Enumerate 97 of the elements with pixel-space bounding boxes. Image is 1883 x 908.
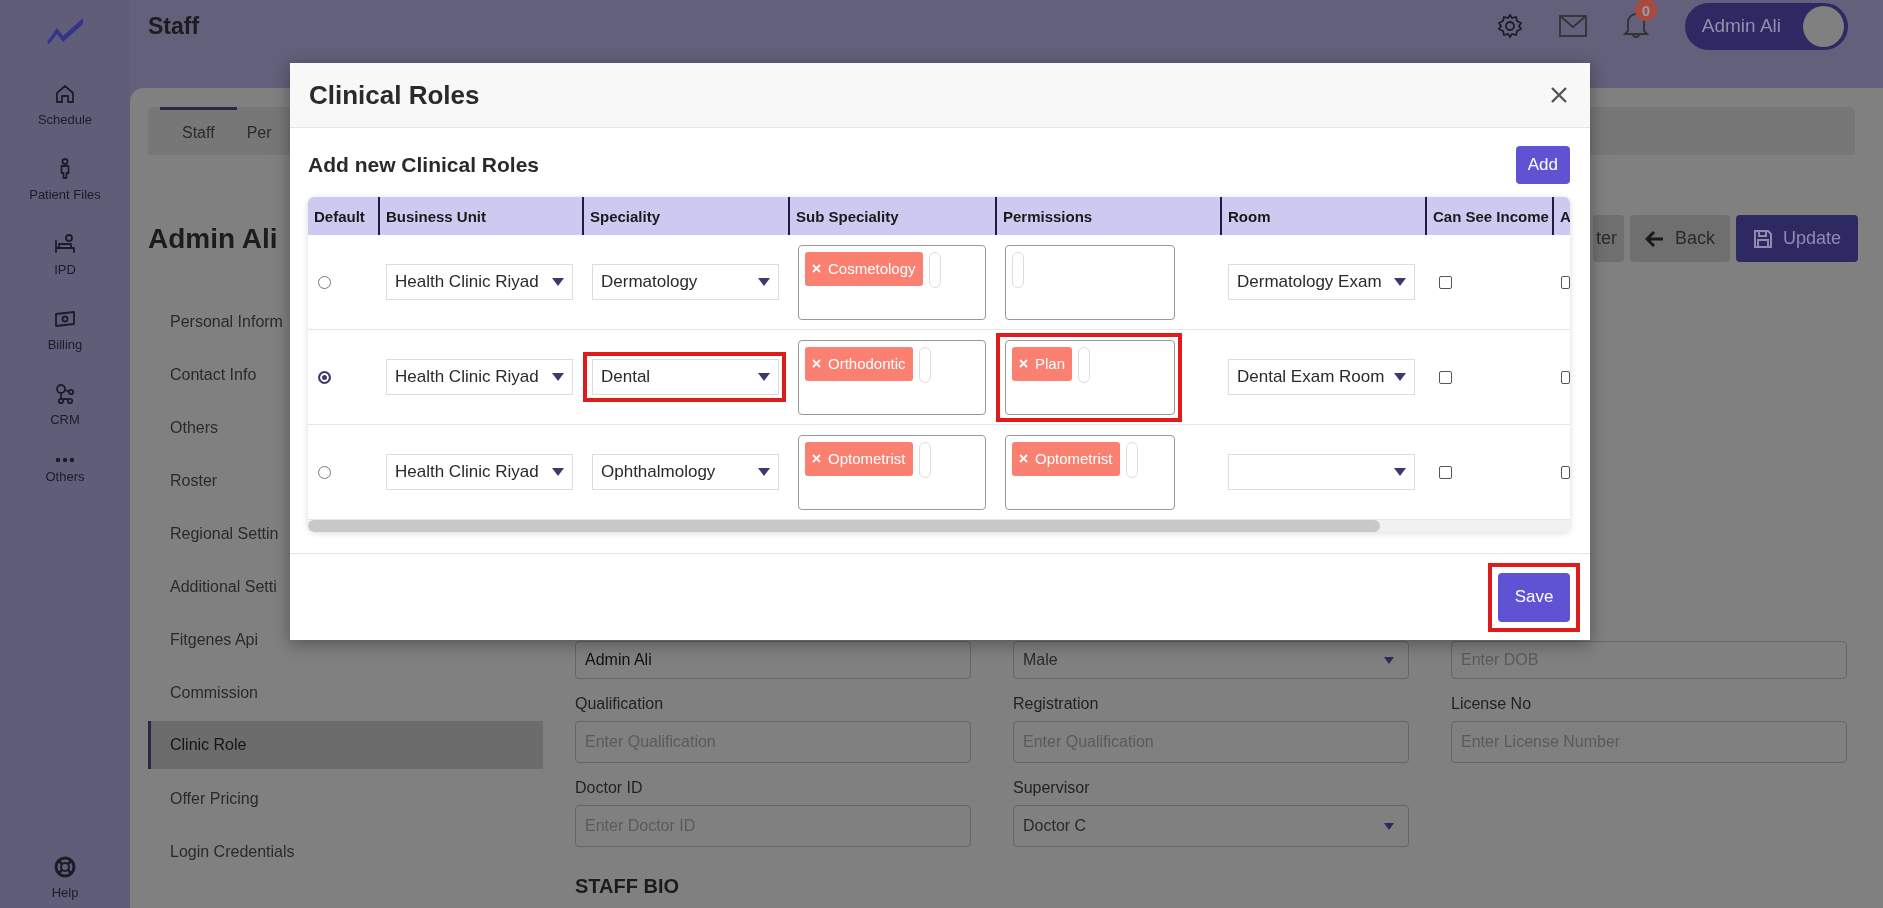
caret-icon <box>552 373 564 381</box>
dropdown[interactable]: Doctor C <box>1013 805 1409 847</box>
multi-select-field[interactable]: Plan <box>1005 339 1175 415</box>
radio-button[interactable] <box>318 465 331 479</box>
caret-icon <box>758 278 770 286</box>
section-heading: Add new Clinical Roles <box>308 153 540 177</box>
column-header: Speciality <box>582 197 788 235</box>
checkbox[interactable] <box>1561 370 1570 384</box>
tag-chip[interactable]: Optometrist <box>1012 441 1120 476</box>
remove-icon <box>1019 359 1028 368</box>
caret-icon <box>1394 373 1406 381</box>
column-header: Permissions <box>995 197 1220 235</box>
caret-icon <box>758 373 770 381</box>
update-button[interactable]: Update <box>1736 215 1858 262</box>
input-field[interactable]: Admin Ali <box>575 641 971 679</box>
back-button[interactable]: Back <box>1630 215 1730 262</box>
settings-nav-item[interactable]: Offer Pricing <box>148 772 543 825</box>
tab[interactable]: Staff <box>160 107 237 155</box>
add-button[interactable]: Add <box>1515 146 1570 184</box>
sidebar-link[interactable]: Billing <box>47 337 83 352</box>
remove-icon <box>812 359 821 368</box>
network-icon <box>53 382 77 406</box>
save-icon <box>1752 228 1773 249</box>
notification-badge: 0 <box>1634 0 1657 21</box>
tag-chip[interactable]: Optometrist <box>805 441 913 476</box>
sidebar-link[interactable]: Help <box>51 885 79 900</box>
remove-icon <box>812 264 821 273</box>
dropdown[interactable]: Health Clinic Riyad <box>386 454 573 490</box>
caret-icon <box>758 468 770 476</box>
caret-icon <box>552 278 564 286</box>
column-header: A <box>1552 197 1570 235</box>
column-header: Default <box>308 197 378 235</box>
field-label: License No <box>1451 695 1533 713</box>
caret-icon <box>1384 822 1394 830</box>
dropdown[interactable]: Dermatology <box>592 264 779 300</box>
more-icon <box>55 457 75 463</box>
settings-nav-item[interactable]: Login Credentials <box>148 825 543 878</box>
column-header: Sub Speciality <box>788 197 995 235</box>
sidebar-link[interactable]: IPD <box>54 262 76 277</box>
caret-icon <box>552 468 564 476</box>
column-header: Business Unit <box>378 197 582 235</box>
section-title: STAFF BIO <box>575 875 681 898</box>
sidebar-link[interactable]: Others <box>45 469 85 484</box>
caret-icon <box>1384 656 1394 664</box>
profile-name: Admin Ali <box>148 222 278 255</box>
field-label: Supervisor <box>1013 779 1091 797</box>
field-label: Qualification <box>575 695 665 713</box>
page-title: Staff <box>148 12 200 40</box>
radio-button[interactable] <box>318 370 331 384</box>
mail-icon <box>1558 15 1587 37</box>
bed-icon <box>53 232 77 256</box>
caret-icon <box>1394 468 1406 476</box>
multi-select-field[interactable] <box>1005 244 1175 320</box>
home-icon <box>53 82 77 106</box>
sidebar-link[interactable]: CRM <box>50 412 80 427</box>
settings-nav-item[interactable]: Commission <box>148 666 543 719</box>
sidebar-link[interactable]: Patient Files <box>29 187 101 202</box>
save-button[interactable]: Save <box>1498 572 1570 622</box>
column-header: Room <box>1220 197 1425 235</box>
remove-icon <box>1019 454 1028 463</box>
close-icon <box>1550 86 1568 104</box>
modal-title: Clinical Roles <box>309 79 480 111</box>
checkbox[interactable] <box>1439 370 1452 384</box>
checkbox[interactable] <box>1439 465 1452 479</box>
field-label: Registration <box>1013 695 1100 713</box>
caret-icon <box>1394 278 1406 286</box>
remove-icon <box>812 454 821 463</box>
help-icon <box>53 855 77 879</box>
multi-select-field[interactable]: Cosmetology <box>798 244 986 320</box>
sidebar-link[interactable]: Schedule <box>37 112 93 127</box>
dropdown[interactable]: Dermatology Exam <box>1228 264 1415 300</box>
scrollbar-thumb[interactable] <box>308 520 1380 532</box>
checkbox[interactable] <box>1561 275 1570 289</box>
dropdown[interactable]: Health Clinic Riyad <box>386 264 573 300</box>
column-header: Can See Income <box>1425 197 1552 235</box>
avatar <box>1803 5 1844 47</box>
dropdown[interactable]: Male <box>1013 641 1409 679</box>
arrow-left-icon <box>1645 229 1665 248</box>
multi-select-field[interactable]: Optometrist <box>798 434 986 510</box>
user-menu[interactable]: Admin Ali <box>1684 2 1848 50</box>
settings-icon <box>1496 13 1523 39</box>
dropdown[interactable]: Health Clinic Riyad <box>386 359 573 395</box>
multi-select-field[interactable]: Orthodontic <box>798 339 986 415</box>
tag-chip[interactable]: Orthodontic <box>805 346 913 381</box>
tag-chip[interactable]: Cosmetology <box>805 251 923 286</box>
settings-nav-item[interactable]: Clinic Role <box>148 721 543 769</box>
tab[interactable]: Per <box>236 107 282 155</box>
field-label: Doctor ID <box>575 779 644 797</box>
dropdown[interactable]: Dental <box>592 359 779 395</box>
dropdown[interactable]: Dental Exam Room <box>1228 359 1415 395</box>
tag-chip[interactable]: Plan <box>1012 346 1073 381</box>
multi-select-field[interactable]: Optometrist <box>1005 434 1175 510</box>
radio-button[interactable] <box>318 275 331 289</box>
action-button[interactable]: ter <box>1593 215 1624 262</box>
checkbox[interactable] <box>1561 465 1570 479</box>
checkbox[interactable] <box>1439 275 1452 289</box>
dropdown[interactable]: Ophthalmology <box>592 454 779 490</box>
